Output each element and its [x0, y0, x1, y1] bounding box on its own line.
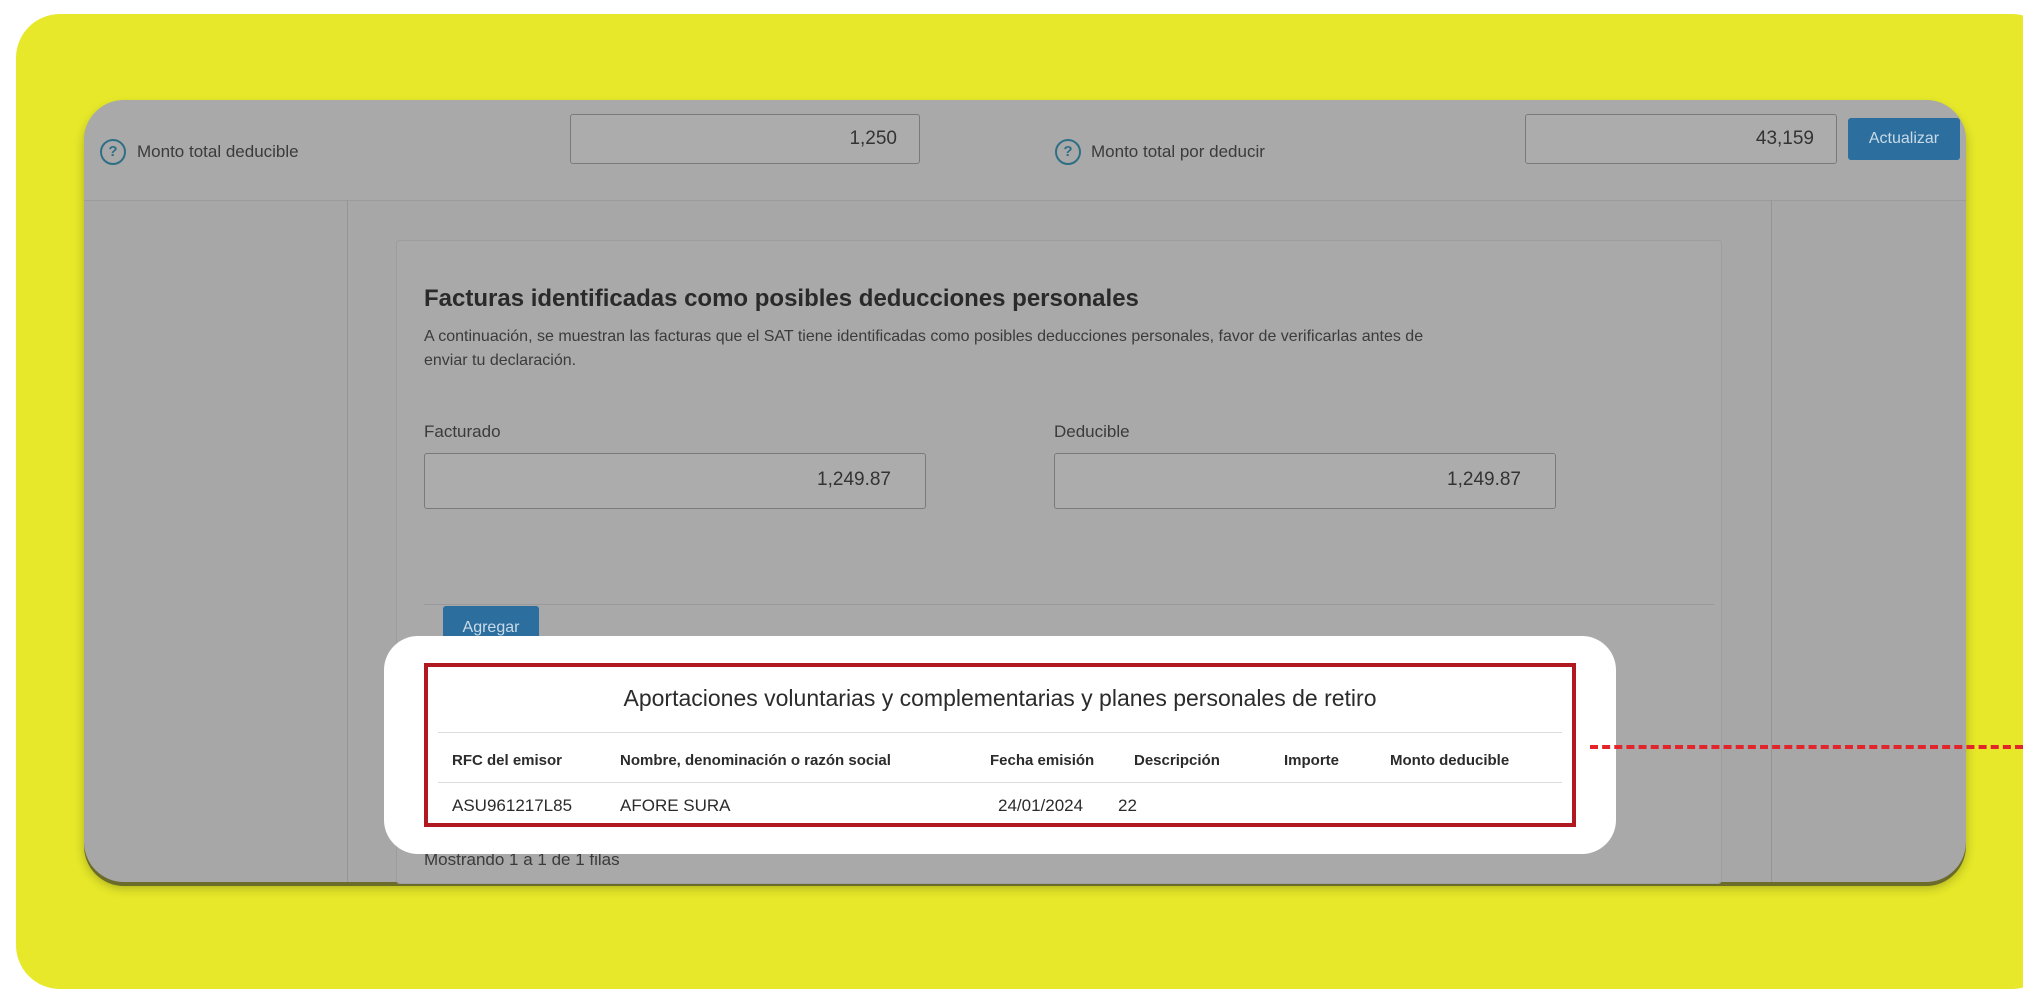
column-header-rfc[interactable]: RFC del emisor [452, 752, 562, 769]
update-button[interactable]: Actualizar [1848, 118, 1960, 160]
total-deductible-field[interactable]: 1,250 [570, 114, 920, 164]
cell-name: AFORE SURA [620, 796, 731, 815]
billed-field[interactable]: 1,249.87 [424, 453, 926, 509]
column-header-description[interactable]: Descripción [1134, 752, 1220, 769]
billed-label: Facturado [424, 422, 501, 441]
total-pending-label: Monto total por deducir [1091, 142, 1265, 161]
column-header-date[interactable]: Fecha emisión [990, 752, 1094, 769]
help-icon[interactable]: ? [1055, 139, 1081, 165]
cell-date: 24/01/2024 [998, 796, 1084, 815]
section-title: Facturas identificadas como posibles ded… [424, 285, 1139, 312]
callout-pointer-line [1590, 745, 2023, 749]
table-title: Aportaciones voluntarias y complementari… [623, 685, 1377, 711]
deductible-field[interactable]: 1,249.87 [1054, 453, 1556, 509]
table-divider [438, 732, 1562, 733]
table-divider [438, 782, 1562, 783]
section-divider [424, 604, 1714, 605]
deductible-label: Deducible [1054, 422, 1130, 441]
column-header-deductible[interactable]: Monto deducible [1390, 752, 1509, 769]
total-deductible-label: Monto total deducible [137, 142, 299, 161]
help-icon[interactable]: ? [100, 139, 126, 165]
total-pending-field[interactable]: 43,159 [1525, 114, 1837, 164]
cell-rfc: ASU961217L85 [452, 796, 573, 815]
section-description: A continuación, se muestran las facturas… [424, 328, 1424, 369]
column-header-name[interactable]: Nombre, denominación o razón social [620, 752, 891, 769]
cell-description: 22 [1118, 796, 1137, 815]
column-header-amount[interactable]: Importe [1284, 752, 1339, 769]
